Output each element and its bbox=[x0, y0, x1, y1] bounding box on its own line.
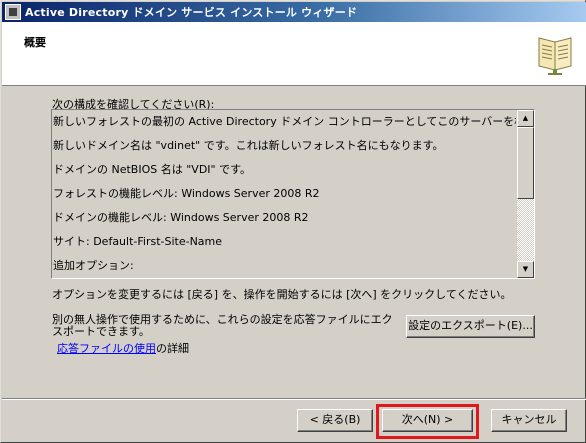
summary-line: 追加オプション: bbox=[53, 259, 134, 272]
book-icon bbox=[538, 37, 572, 75]
app-icon bbox=[5, 4, 21, 20]
change-hint-text: オプションを変更するには [戻る] を、操作を開始するには [次へ] をクリック… bbox=[52, 288, 512, 301]
summary-line: サイト: Default-First-Site-Name bbox=[53, 235, 223, 248]
wizard-window: Active Directory ドメイン サービス インストール ウィザード … bbox=[0, 0, 586, 443]
scroll-thumb[interactable] bbox=[517, 127, 534, 199]
answer-file-link-row: 応答ファイルの使用の詳細 bbox=[57, 340, 189, 356]
summary-listbox[interactable]: 新しいフォレストの最初の Active Directory ドメイン コントロー… bbox=[51, 109, 535, 279]
summary-line: フォレストの機能レベル: Windows Server 2008 R2 bbox=[53, 187, 320, 200]
answer-file-link[interactable]: 応答ファイルの使用 bbox=[57, 342, 156, 355]
back-button[interactable]: < 戻る(B) bbox=[297, 409, 373, 432]
export-settings-button[interactable]: 設定のエクスポート(E)... bbox=[406, 315, 535, 338]
footer-separator bbox=[2, 398, 586, 400]
title-bar[interactable]: Active Directory ドメイン サービス インストール ウィザード bbox=[2, 2, 586, 22]
summary-line: 新しいドメイン名は "vdinet" です。これは新しいフォレスト名にもなります… bbox=[53, 139, 444, 152]
export-hint-text: 別の無人操作で使用するために、これらの設定を応答ファイルにエクスポートできます。 bbox=[52, 313, 393, 338]
page-title: 概要 bbox=[24, 36, 46, 49]
summary-line: ドメインの NetBIOS 名は "VDI" です。 bbox=[53, 163, 251, 176]
next-button[interactable]: 次へ(N) > bbox=[382, 409, 473, 432]
wizard-header: 概要 bbox=[2, 22, 586, 86]
vertical-scrollbar[interactable]: ▲ ▼ bbox=[517, 110, 534, 278]
summary-line: ドメインの機能レベル: Windows Server 2008 R2 bbox=[53, 211, 309, 224]
scroll-down-button[interactable]: ▼ bbox=[517, 261, 534, 278]
answer-file-suffix: の詳細 bbox=[156, 342, 189, 355]
scroll-up-button[interactable]: ▲ bbox=[517, 110, 534, 127]
window-title: Active Directory ドメイン サービス インストール ウィザード bbox=[25, 6, 358, 19]
summary-list-content: 新しいフォレストの最初の Active Directory ドメイン コントロー… bbox=[52, 110, 516, 278]
cancel-button[interactable]: キャンセル bbox=[491, 409, 567, 432]
summary-line: 新しいフォレストの最初の Active Directory ドメイン コントロー… bbox=[53, 115, 516, 128]
